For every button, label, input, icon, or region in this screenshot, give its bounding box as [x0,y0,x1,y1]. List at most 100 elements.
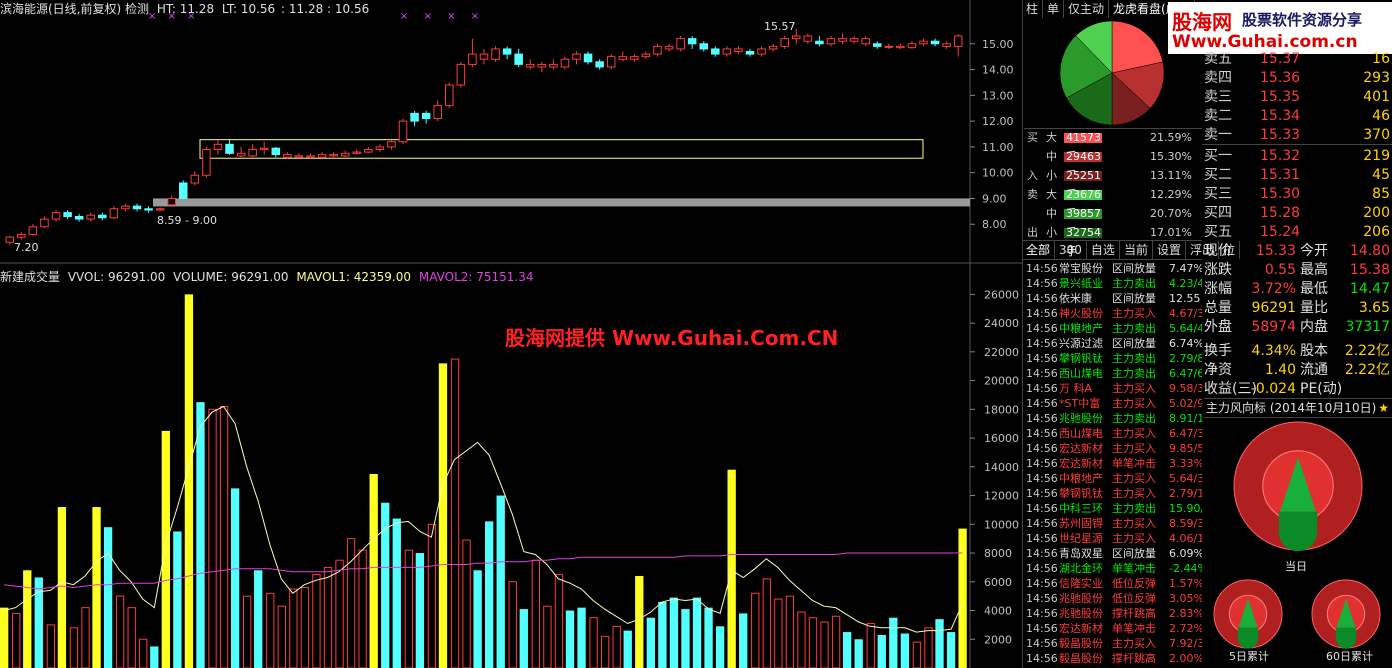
alert-row[interactable]: 14:56 兴源过滤 区间放量 6.74% [1024,336,1202,351]
alert-row[interactable]: 14:56 神火股份 主力买入 4.67/3 [1024,306,1202,321]
alert-row[interactable]: 14:56 宏达新材 主力买入 9.85/5 [1024,441,1202,456]
alert-stock: 中科三环 [1059,502,1103,515]
order-book-row[interactable]: 卖三 15.35 401 [1202,88,1392,107]
stat-label: 股本 [1300,343,1328,359]
alert-time: 14:56 [1026,427,1058,440]
stat-label: 总量 [1204,300,1232,316]
tab-current[interactable]: 当前 [1120,241,1153,259]
candle-body [121,205,130,210]
volume-bar [312,574,321,668]
alert-row[interactable]: 14:56 毅昌股份 主力买入 7.92/3 [1024,636,1202,651]
tab-bar[interactable]: 柱 [1022,0,1044,18]
volume-bar [889,617,898,668]
alert-row[interactable]: 14:56 中科三环 主力卖出 15.90/ [1024,501,1202,516]
alert-type: 区间放量 [1112,547,1156,560]
order-book-row[interactable]: 卖四 15.36 293 [1202,69,1392,88]
order-book-row[interactable]: 买四 15.28 200 [1202,204,1392,223]
flow-size: 中 [1046,207,1057,220]
volume-bar [69,627,79,668]
candle-body [803,35,813,42]
alert-value: 7.92/3 [1169,637,1202,650]
alert-row[interactable]: 14:56 依米康 区间放量 12.55 [1024,291,1202,306]
candle-body [51,212,61,220]
candle-body [757,48,766,55]
alert-row[interactable]: 14:56 宏达新材 单笔冲击 2.72% [1024,621,1202,636]
order-book-row[interactable]: 卖二 15.34 46 [1202,107,1392,126]
candle-body [283,154,292,158]
tab-all[interactable]: 全部 [1022,241,1056,259]
alert-row[interactable]: 14:56 景兴纸业 主力卖出 4.23/4 [1024,276,1202,291]
candle-body [155,208,165,211]
star-icon[interactable]: ★ [1378,399,1389,417]
alert-row[interactable]: 14:56 中粮地产 主力买入 5.64/3 [1024,471,1202,486]
tab-300[interactable]: 300 [1055,241,1087,259]
order-book-row[interactable]: 卖一 15.33 370 [1202,126,1392,145]
alert-value: 4.67/3 [1169,307,1202,320]
volume-bar [669,597,679,668]
alert-row[interactable]: 14:56 万 科A 主力买入 9.58/3 [1024,381,1202,396]
alert-row[interactable]: 14:56 青岛双星 区间放量 6.09% [1024,546,1202,561]
alert-row[interactable]: 14:56 兆驰股份 撑杆跳高 2.83% [1024,606,1202,621]
vvol-label: VVOL: 96291.00 [67,270,166,284]
alert-row[interactable]: 14:56 世纪星源 主力买入 4.06/1 [1024,531,1202,546]
alert-row[interactable]: 14:56 宏达新材 单笔冲击 3.33% [1024,456,1202,471]
order-price: 15.33 [1260,127,1301,143]
volume-bar [658,601,667,668]
tab-watchlist[interactable]: 自选 [1087,241,1120,259]
candle-body [664,45,674,50]
order-volume: 85 [1372,186,1390,202]
alert-time: 14:56 [1026,382,1058,395]
alert-time: 14:56 [1026,577,1058,590]
order-book-row[interactable]: 买五 15.24 206 [1202,223,1392,242]
alert-row[interactable]: 14:56 *ST中富 主力买入 5.02/9 [1024,396,1202,411]
alert-value: 8.59/3 [1169,517,1202,530]
alert-type: 主力卖出 [1112,322,1156,335]
order-book-row[interactable]: 买三 15.30 85 [1202,185,1392,204]
price-tick-label: 14.00 [982,64,1014,77]
candle-body [780,38,789,47]
order-price: 15.37 [1260,51,1301,67]
alert-row[interactable]: 14:56 西山煤电 主力买入 6.47/3 [1024,426,1202,441]
alert-row[interactable]: 14:56湖北金环单笔冲击 -2.44% [1024,561,1202,576]
volume-bar [300,587,310,668]
order-book-row[interactable]: 买二 15.31 45 [1202,166,1392,185]
wind-label-day: 当日 [1285,560,1307,573]
tab-settings[interactable]: 设置 [1153,241,1186,259]
alert-row[interactable]: 14:56 攀钢钒钛 主力卖出 2.79/8 [1024,351,1202,366]
signal-markers-2: × × × × [400,11,486,22]
candle-body [884,45,894,48]
alert-row[interactable]: 14:56 毅昌股份 撑杆跳高 2.00% [1024,651,1202,666]
order-level: 买三 [1204,186,1232,202]
alert-time: 14:56 [1026,307,1058,320]
tab-single[interactable]: 单 [1043,0,1065,18]
candle-body [711,48,720,55]
candle-body [861,38,870,45]
volume-bar [900,633,910,668]
alert-row[interactable]: 14:56 中粮地产 主力卖出 5.64/4 [1024,321,1202,336]
alert-time: 14:56 [1026,517,1058,530]
alert-row[interactable]: 14:56 西山煤电 主力卖出 6.47/6 [1024,366,1202,381]
tab-active-only[interactable]: 仅主动 [1064,0,1110,18]
candle-body [329,154,338,157]
stat-label: 流通 [1300,362,1328,378]
alert-type: 低位反弹 [1112,592,1156,605]
alert-time: 14:56 [1026,607,1058,620]
volume-bar [785,595,795,668]
volume-tick-label: 22000 [984,346,1019,359]
order-book-row[interactable]: 卖五 15.37 16 [1202,50,1392,69]
alert-row[interactable]: 14:56 苏州固锝 主力买入 8.59/3 [1024,516,1202,531]
volume-axis: 26000 24000 22000 20000 18000 16000 14000 12000… [970,288,1019,646]
order-price: 15.36 [1260,70,1301,86]
stat-value: 15.33 [1255,243,1296,259]
alert-row[interactable]: 14:56 常宝股份 区间放量 7.47% [1024,261,1202,276]
alert-row[interactable]: 14:56 攀钢钒钛 主力买入 2.79/1 [1024,486,1202,501]
stat-label: 涨跌 [1204,262,1232,278]
alert-row[interactable]: 14:56 兆驰股份 主力卖出 8.91/1 [1024,411,1202,426]
alert-row[interactable]: 14:56 兆驰股份 低位反弹 3.05% [1024,591,1202,606]
volume-bar [946,632,956,668]
volume-bar [230,488,240,668]
flow-percent: 12.29% [1150,188,1192,201]
alert-stock: 中粮地产 [1059,472,1103,485]
order-book-row[interactable]: 买一 15.32 219 [1202,147,1392,166]
alert-row[interactable]: 14:56 信隆实业 低位反弹 1.57% [1024,576,1202,591]
